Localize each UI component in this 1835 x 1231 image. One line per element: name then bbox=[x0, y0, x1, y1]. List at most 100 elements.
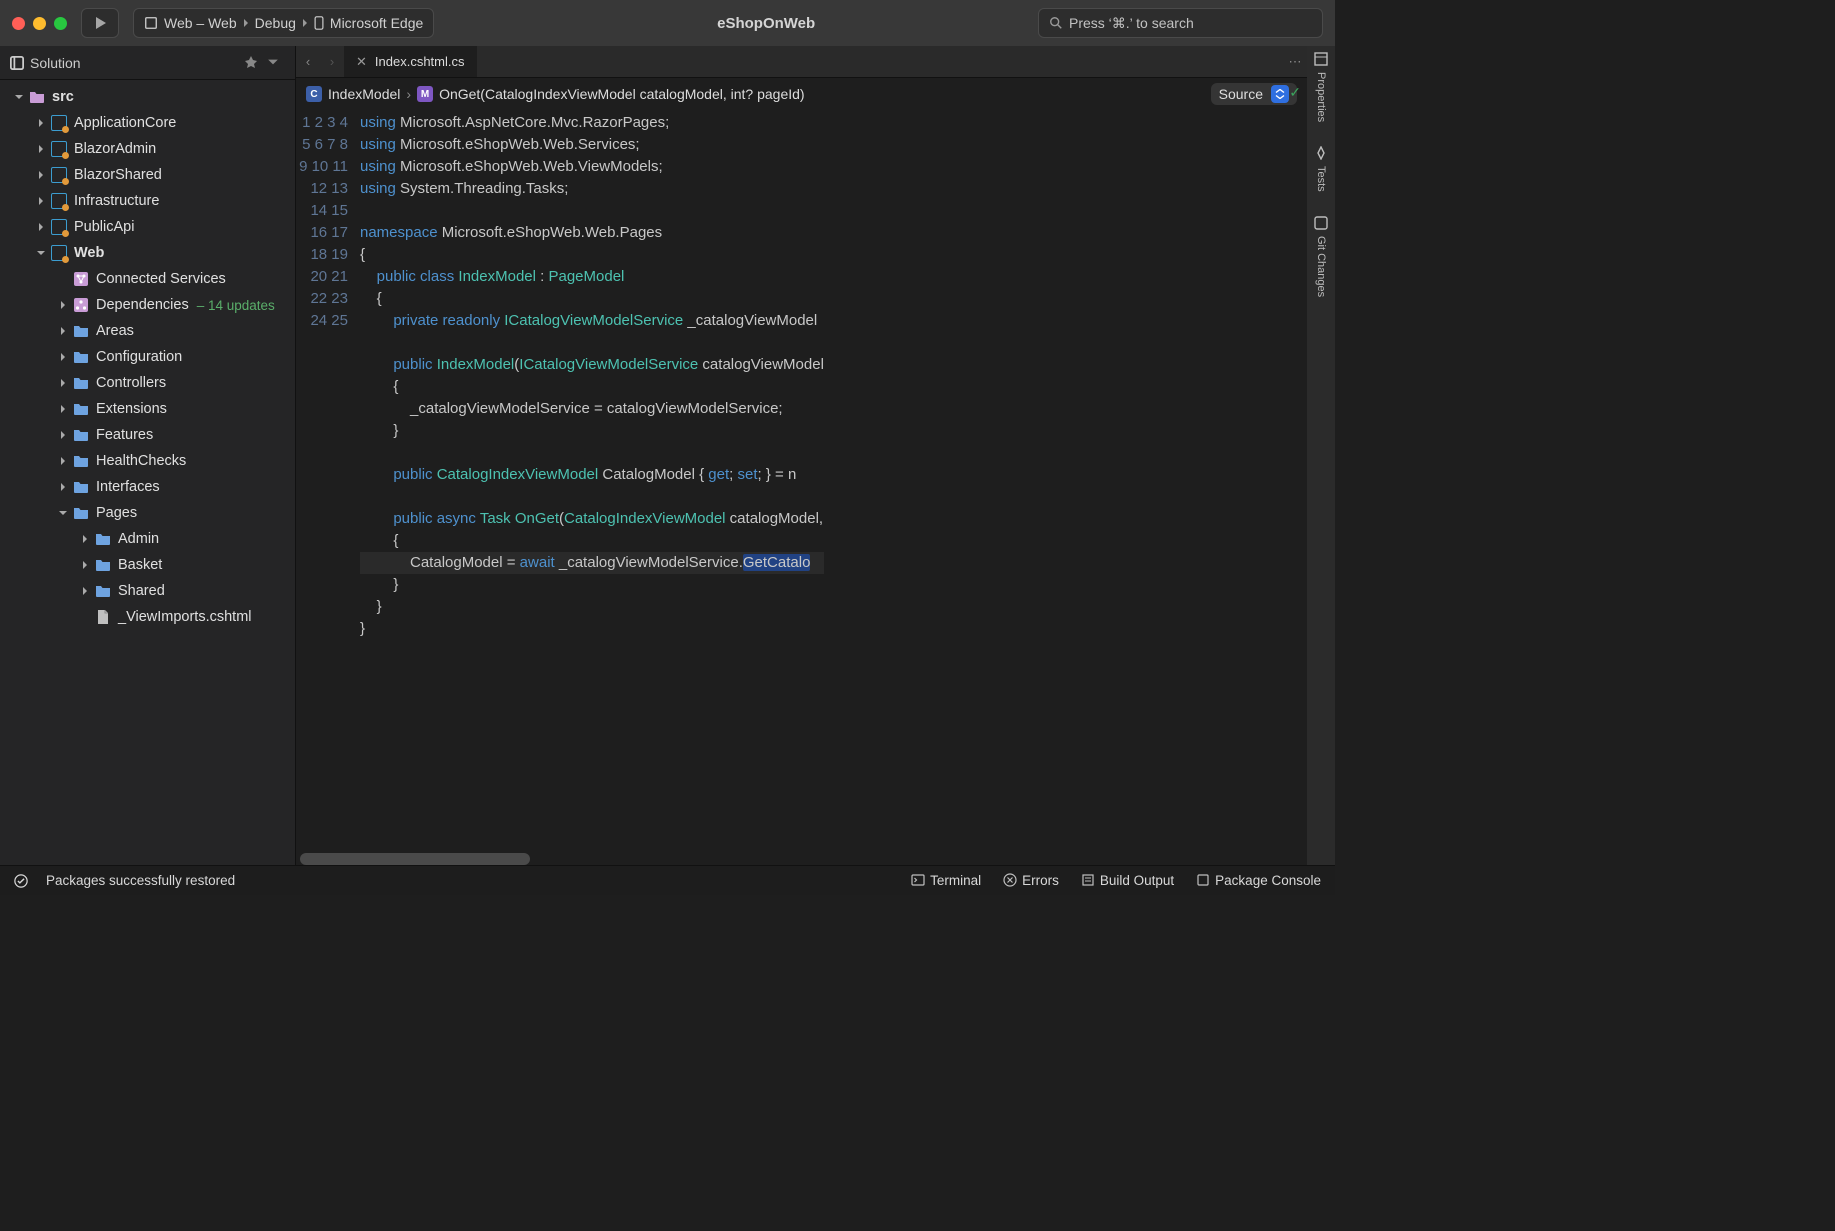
chevron-right-icon[interactable] bbox=[78, 584, 92, 598]
line-gutter: 1 2 3 4 5 6 7 8 9 10 11 12 13 14 15 16 1… bbox=[296, 110, 360, 853]
window-icon bbox=[144, 16, 158, 30]
run-browser-label: Microsoft Edge bbox=[330, 15, 423, 31]
chevron-right-icon: › bbox=[406, 86, 411, 102]
run-button[interactable] bbox=[81, 8, 119, 38]
chevron-right-icon[interactable] bbox=[34, 168, 48, 182]
tree-node-project[interactable]: Infrastructure bbox=[0, 188, 295, 214]
tree-node[interactable]: Features bbox=[0, 422, 295, 448]
code-editor[interactable]: 1 2 3 4 5 6 7 8 9 10 11 12 13 14 15 16 1… bbox=[296, 110, 1307, 853]
chevron-right-icon[interactable] bbox=[56, 298, 70, 312]
rail-item-properties[interactable]: Properties bbox=[1314, 52, 1328, 122]
panel-build-output[interactable]: Build Output bbox=[1081, 873, 1174, 888]
tab-overflow-button[interactable]: ⋯ bbox=[1283, 54, 1307, 70]
code-lines[interactable]: using Microsoft.AspNetCore.Mvc.RazorPage… bbox=[360, 110, 824, 853]
editor-tab-active[interactable]: ✕ Index.cshtml.cs bbox=[344, 46, 477, 77]
tree-node[interactable]: Pages bbox=[0, 500, 295, 526]
app-title: eShopOnWeb bbox=[717, 15, 815, 32]
tree-node[interactable]: Basket bbox=[0, 552, 295, 578]
scrollbar-thumb[interactable] bbox=[300, 853, 530, 865]
tree-node-src[interactable]: src bbox=[0, 84, 295, 110]
chevron-right-icon[interactable] bbox=[78, 558, 92, 572]
chevron-right-icon[interactable] bbox=[34, 194, 48, 208]
chevron-down-icon[interactable] bbox=[12, 90, 26, 104]
chevron-right-icon[interactable] bbox=[56, 350, 70, 364]
tree-node-project[interactable]: ApplicationCore bbox=[0, 110, 295, 136]
tree-node[interactable]: Controllers bbox=[0, 370, 295, 396]
folder-icon bbox=[94, 530, 112, 548]
view-mode-selector[interactable]: Source bbox=[1211, 83, 1297, 105]
analysis-ok-icon: ✓ bbox=[1289, 84, 1301, 101]
editor-tabs: ‹ › ✕ Index.cshtml.cs ⋯ bbox=[296, 46, 1307, 78]
chevron-right-icon[interactable] bbox=[56, 324, 70, 338]
chevron-right-icon[interactable] bbox=[56, 376, 70, 390]
global-search[interactable]: Press ‘⌘.’ to search bbox=[1038, 8, 1323, 38]
project-icon bbox=[50, 140, 68, 158]
folder-icon bbox=[72, 478, 90, 496]
toolbar: Web – Web Debug Microsoft Edge eShopOnWe… bbox=[0, 0, 1335, 46]
chevron-right-icon[interactable] bbox=[56, 428, 70, 442]
chevron-right-icon[interactable] bbox=[56, 454, 70, 468]
folder-icon bbox=[94, 582, 112, 600]
project-icon bbox=[50, 244, 68, 262]
chevron-right-icon[interactable] bbox=[56, 480, 70, 494]
tree-node[interactable]: Extensions bbox=[0, 396, 295, 422]
zoom-window-button[interactable] bbox=[54, 17, 67, 30]
chevron-right-icon[interactable] bbox=[34, 142, 48, 156]
tests-icon bbox=[1314, 146, 1328, 160]
run-configuration-selector[interactable]: Web – Web Debug Microsoft Edge bbox=[133, 8, 434, 38]
panel-errors[interactable]: Errors bbox=[1003, 873, 1059, 888]
project-icon bbox=[50, 218, 68, 236]
chevron-right-icon[interactable] bbox=[34, 220, 48, 234]
solution-tree[interactable]: srcApplicationCoreBlazorAdminBlazorShare… bbox=[0, 80, 295, 865]
folder-icon bbox=[72, 426, 90, 444]
solution-explorer: Solution srcApplicationCoreBlazorAdminBl… bbox=[0, 46, 296, 865]
chevron-right-icon[interactable] bbox=[34, 116, 48, 130]
close-window-button[interactable] bbox=[12, 17, 25, 30]
close-tab-button[interactable]: ✕ bbox=[356, 54, 367, 70]
folder-icon bbox=[28, 88, 46, 106]
horizontal-scrollbar[interactable] bbox=[296, 853, 1307, 865]
tree-node[interactable]: HealthChecks bbox=[0, 448, 295, 474]
window-controls bbox=[12, 17, 67, 30]
tree-node-project[interactable]: PublicApi bbox=[0, 214, 295, 240]
tree-node-project[interactable]: BlazorShared bbox=[0, 162, 295, 188]
tree-node[interactable]: Connected Services bbox=[0, 266, 295, 292]
chevron-right-icon[interactable] bbox=[78, 532, 92, 546]
panel-terminal[interactable]: Terminal bbox=[911, 873, 981, 888]
tree-node[interactable]: Interfaces bbox=[0, 474, 295, 500]
tree-node[interactable]: Areas bbox=[0, 318, 295, 344]
panel-options-button[interactable] bbox=[267, 55, 285, 71]
tree-node-project[interactable]: Web bbox=[0, 240, 295, 266]
minimize-window-button[interactable] bbox=[33, 17, 46, 30]
pin-button[interactable] bbox=[245, 55, 263, 71]
nav-forward-button[interactable]: › bbox=[320, 54, 344, 69]
project-icon bbox=[50, 114, 68, 132]
breadcrumb-method[interactable]: OnGet(CatalogIndexViewModel catalogModel… bbox=[439, 86, 805, 102]
chevron-right-icon bbox=[237, 15, 255, 31]
chevron-right-icon[interactable] bbox=[56, 402, 70, 416]
panel-package-console[interactable]: Package Console bbox=[1196, 873, 1321, 888]
tree-node[interactable]: Dependencies– 14 updates bbox=[0, 292, 295, 318]
breadcrumb-class[interactable]: IndexModel bbox=[328, 86, 400, 102]
tree-node-project[interactable]: BlazorAdmin bbox=[0, 136, 295, 162]
chevron-down-icon[interactable] bbox=[56, 506, 70, 520]
class-icon: C bbox=[306, 86, 322, 102]
rail-item-git-changes[interactable]: Git Changes bbox=[1314, 216, 1328, 297]
breadcrumbs[interactable]: C IndexModel › M OnGet(CatalogIndexViewM… bbox=[296, 78, 1307, 110]
rail-item-tests[interactable]: Tests bbox=[1314, 146, 1328, 192]
play-icon bbox=[92, 15, 108, 31]
chevron-down-icon[interactable] bbox=[34, 246, 48, 260]
check-icon bbox=[14, 874, 28, 888]
folder-icon bbox=[72, 400, 90, 418]
nav-back-button[interactable]: ‹ bbox=[296, 54, 320, 69]
status-bar: Packages successfully restored Terminal … bbox=[0, 865, 1335, 895]
panel-icon bbox=[10, 56, 24, 70]
connected-services-icon bbox=[72, 270, 90, 288]
run-config-label: Debug bbox=[255, 15, 296, 31]
solution-explorer-header: Solution bbox=[0, 46, 295, 80]
tree-node[interactable]: Admin bbox=[0, 526, 295, 552]
tree-node[interactable]: Shared bbox=[0, 578, 295, 604]
tree-node[interactable]: Configuration bbox=[0, 344, 295, 370]
tree-node[interactable]: _ViewImports.cshtml bbox=[0, 604, 295, 630]
method-icon: M bbox=[417, 86, 433, 102]
